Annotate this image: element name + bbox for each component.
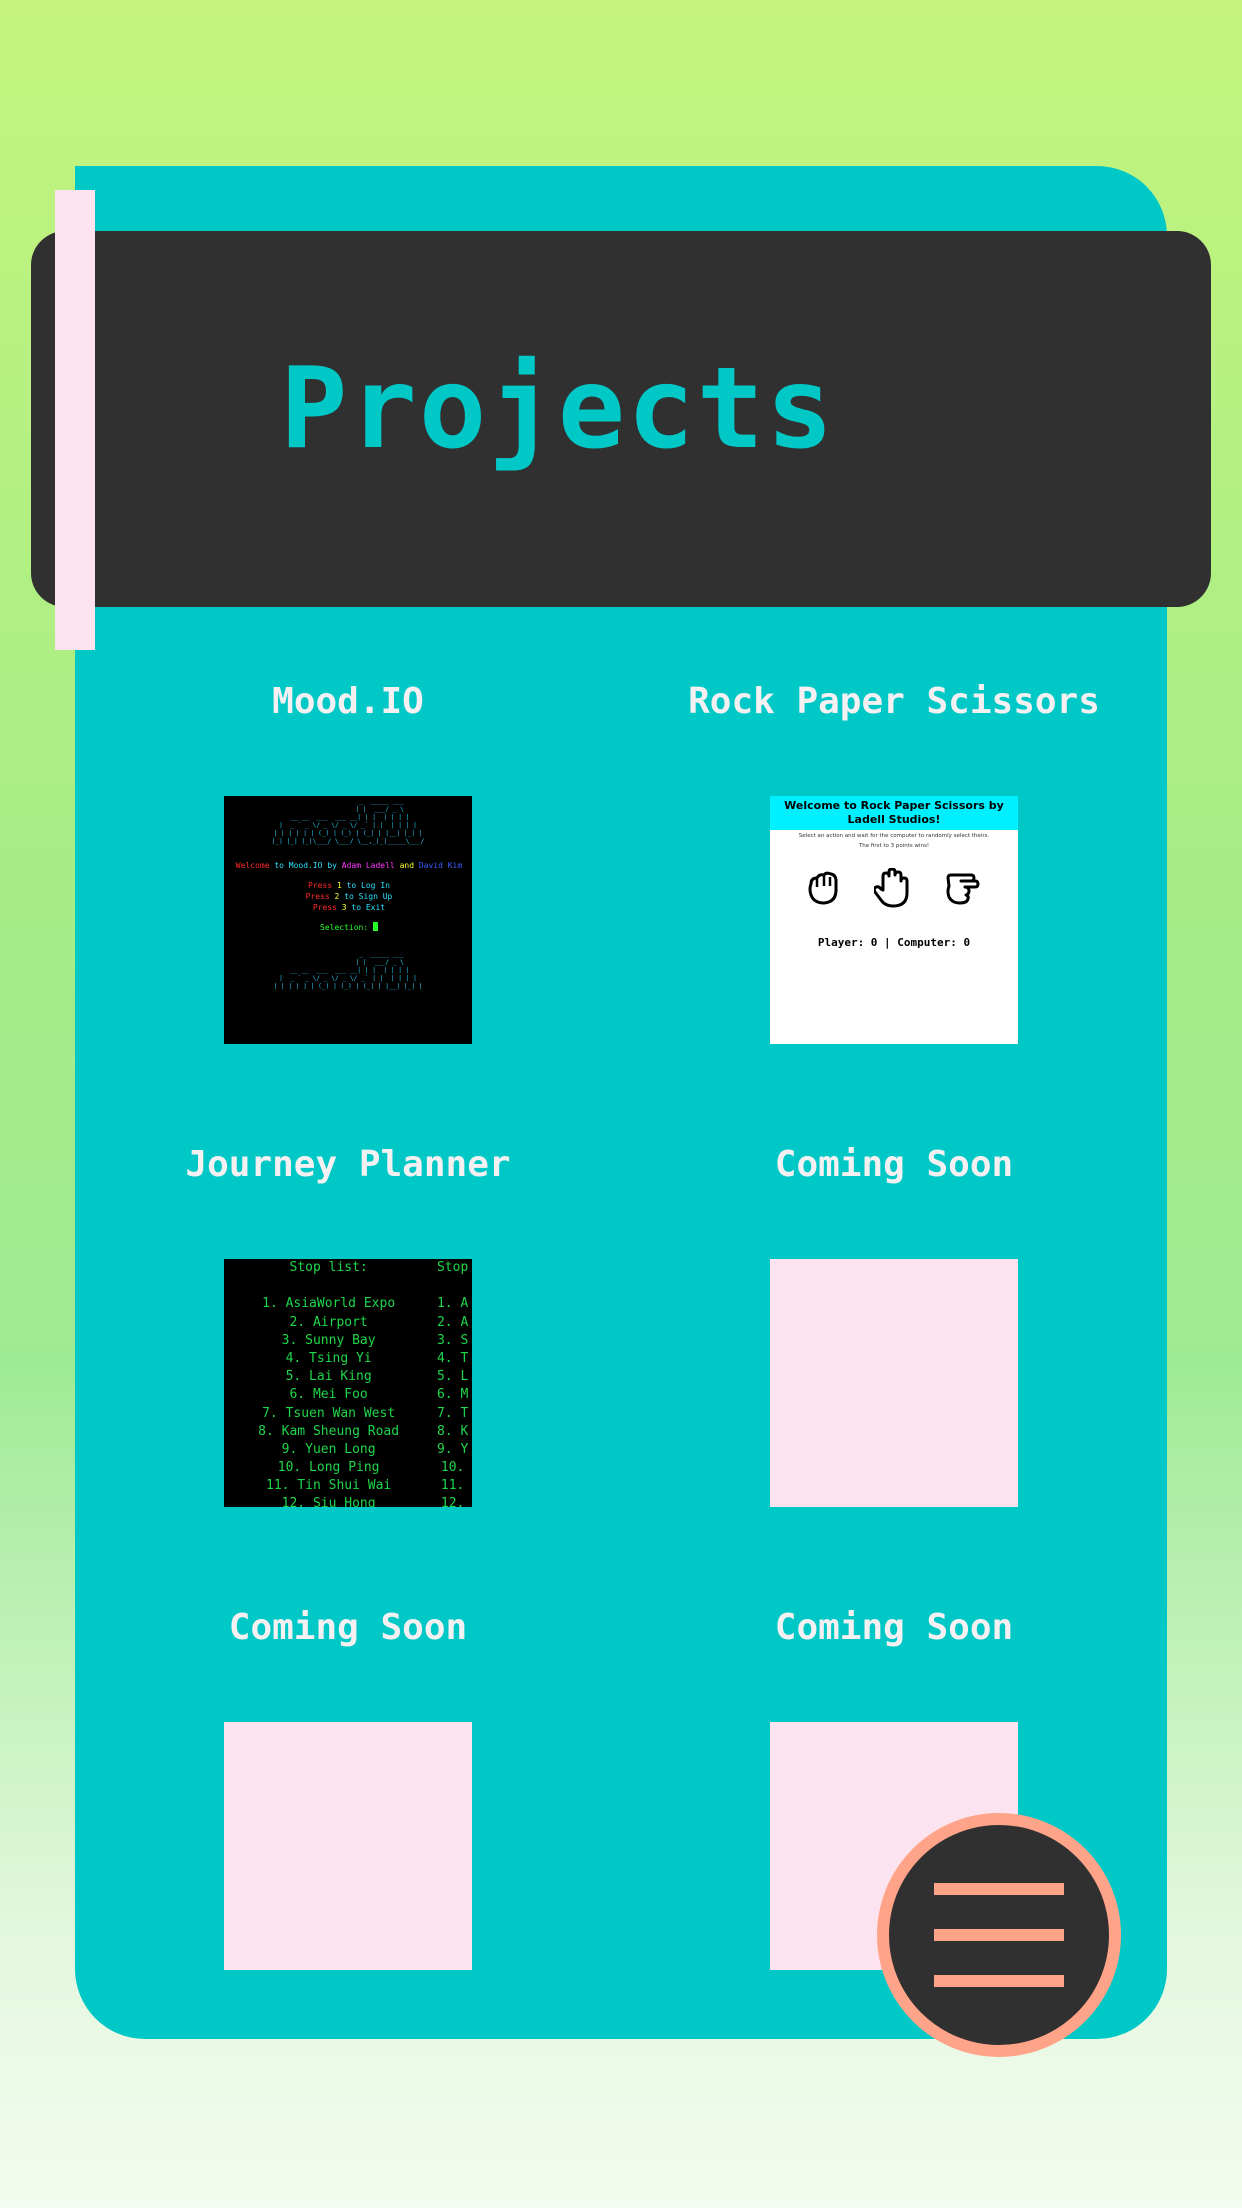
paper-hand-icon[interactable] — [872, 867, 912, 912]
rps-score: Player: 0 | Computer: 0 — [817, 936, 971, 949]
project-card-mood-io[interactable]: Mood.IO _ _____ ___ | | ___/ _ \ __ __ _… — [75, 672, 621, 1044]
cursor-icon — [372, 922, 378, 931]
project-thumbnail-journey-planner[interactable]: Stop list: 1. AsiaWorld Expo 2. Airport … — [224, 1259, 472, 1507]
stop-list: Stop list: 1. AsiaWorld Expo 2. Airport … — [224, 1259, 472, 1507]
selection-prompt: Selection: — [224, 922, 472, 933]
placeholder-thumbnail — [770, 1259, 1018, 1507]
ascii-logo-repeat: _ _____ ___ | | ___/ _ \ __ __ ___ ___ _… — [273, 951, 423, 990]
placeholder-thumbnail — [224, 1722, 472, 1970]
rps-hands — [770, 850, 1018, 912]
project-thumbnail-mood-io[interactable]: _ _____ ___ | | ___/ _ \ __ __ ___ ___ _… — [224, 796, 472, 1044]
menu-option: Press 3 to Exit — [312, 903, 386, 912]
project-card-journey-planner[interactable]: Journey Planner Stop list: 1. AsiaWorld … — [75, 1135, 621, 1507]
page-title: Projects — [280, 344, 836, 474]
project-title: Coming Soon — [774, 1144, 1014, 1185]
stop-list-right: Stop 1. A 2. A 3. S 4. T 5. L 6. M 7. T … — [436, 1260, 469, 1507]
project-title: Mood.IO — [272, 681, 424, 722]
welcome-line: Welcome to Mood.IO by Adam Ladell and Da… — [235, 861, 463, 870]
accent-strip — [55, 190, 95, 650]
project-card-rock-paper-scissors[interactable]: Rock Paper Scissors Welcome to Rock Pape… — [621, 672, 1167, 1044]
project-title: Journey Planner — [185, 1144, 511, 1185]
rps-instructions: Select an action and wait for the comput… — [798, 833, 990, 839]
project-title: Coming Soon — [774, 1607, 1014, 1648]
rps-banner: Welcome to Rock Paper Scissors by Ladell… — [770, 796, 1018, 830]
ascii-logo: _ _____ ___ | | ___/ _ \ __ __ ___ ___ _… — [271, 798, 425, 845]
rps-first-to: The first to 3 points wins! — [858, 843, 930, 849]
scissors-hand-icon[interactable] — [943, 870, 983, 910]
project-card-coming-soon[interactable]: Coming Soon — [621, 1135, 1167, 1507]
menu-button[interactable] — [877, 1813, 1121, 2057]
project-thumbnail-rps[interactable]: Welcome to Rock Paper Scissors by Ladell… — [770, 796, 1018, 1044]
project-card-coming-soon[interactable]: Coming Soon — [621, 1598, 1167, 1970]
project-card-coming-soon[interactable]: Coming Soon — [75, 1598, 621, 1970]
stop-list-left: Stop list: 1. AsiaWorld Expo 2. Airport … — [258, 1260, 400, 1507]
rock-hand-icon[interactable] — [805, 870, 843, 910]
project-title: Coming Soon — [228, 1607, 468, 1648]
menu-option: Press 2 to Sign Up — [305, 892, 393, 901]
menu-option: Press 1 to Log In — [308, 881, 390, 890]
project-title: Rock Paper Scissors — [688, 681, 1100, 722]
